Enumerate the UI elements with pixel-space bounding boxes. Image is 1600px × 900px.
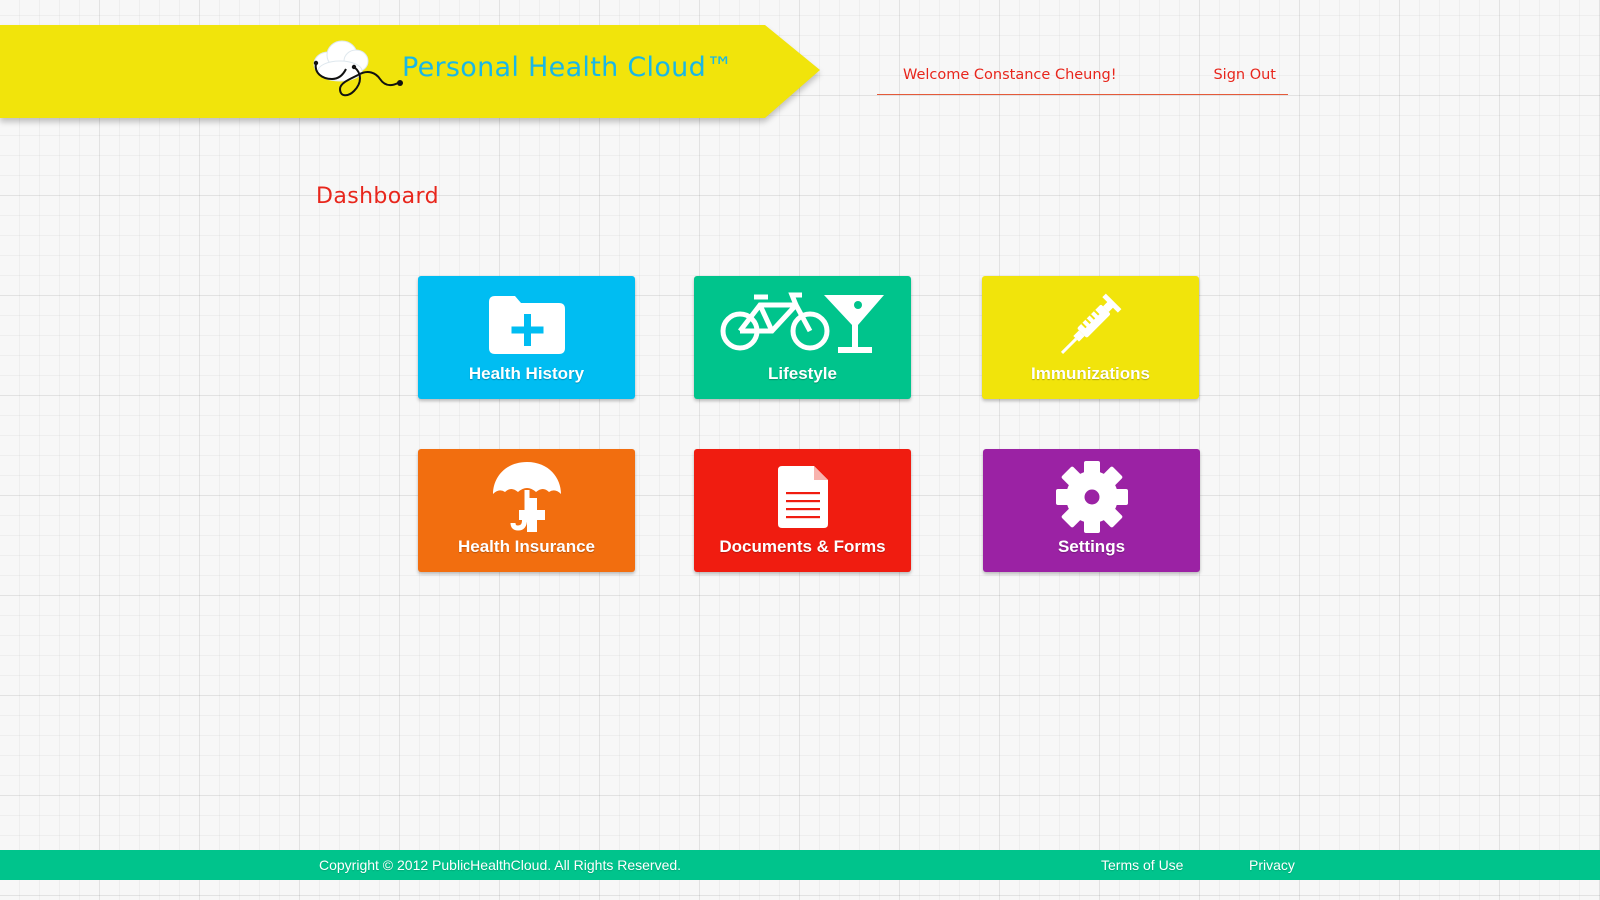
user-nav: Welcome Constance Cheung! Sign Out	[877, 58, 1288, 95]
copyright-text: Copyright © 2012 PublicHealthCloud. All …	[319, 857, 682, 873]
footer: Copyright © 2012 PublicHealthCloud. All …	[0, 850, 1600, 880]
folder-plus-icon	[488, 296, 565, 354]
tile-label: Health Insurance	[458, 537, 595, 556]
brand-title: Personal Health Cloud™	[402, 52, 734, 83]
document-icon	[777, 466, 828, 528]
page-title: Dashboard	[316, 184, 439, 209]
header-banner: Personal Health Cloud™	[0, 25, 820, 118]
bicycle-cocktail-icon	[720, 292, 884, 353]
tile-immunizations[interactable]: Immunizations	[982, 276, 1199, 399]
tile-health-history[interactable]: Health History	[418, 276, 635, 399]
tile-label: Health History	[468, 364, 585, 383]
gear-icon	[1055, 461, 1128, 533]
tile-settings[interactable]: Settings	[983, 449, 1200, 572]
tile-label: Settings	[1057, 537, 1126, 556]
privacy-link[interactable]: Privacy	[1249, 857, 1295, 873]
sign-out-link[interactable]: Sign Out	[1213, 67, 1276, 83]
tile-label: Lifestyle	[768, 364, 837, 383]
tile-documents-forms[interactable]: Documents & Forms	[694, 449, 911, 572]
umbrella-cross-icon	[492, 462, 561, 532]
tile-health-insurance[interactable]: Health Insurance	[418, 449, 635, 572]
syringe-icon	[1060, 293, 1121, 355]
cloud-stethoscope-icon[interactable]	[310, 39, 410, 99]
tile-lifestyle[interactable]: Lifestyle	[694, 276, 911, 399]
tile-label: Immunizations	[1030, 364, 1150, 383]
tile-label: Documents & Forms	[719, 537, 886, 556]
terms-of-use-link[interactable]: Terms of Use	[1101, 857, 1183, 873]
welcome-message: Welcome Constance Cheung!	[903, 67, 1117, 83]
